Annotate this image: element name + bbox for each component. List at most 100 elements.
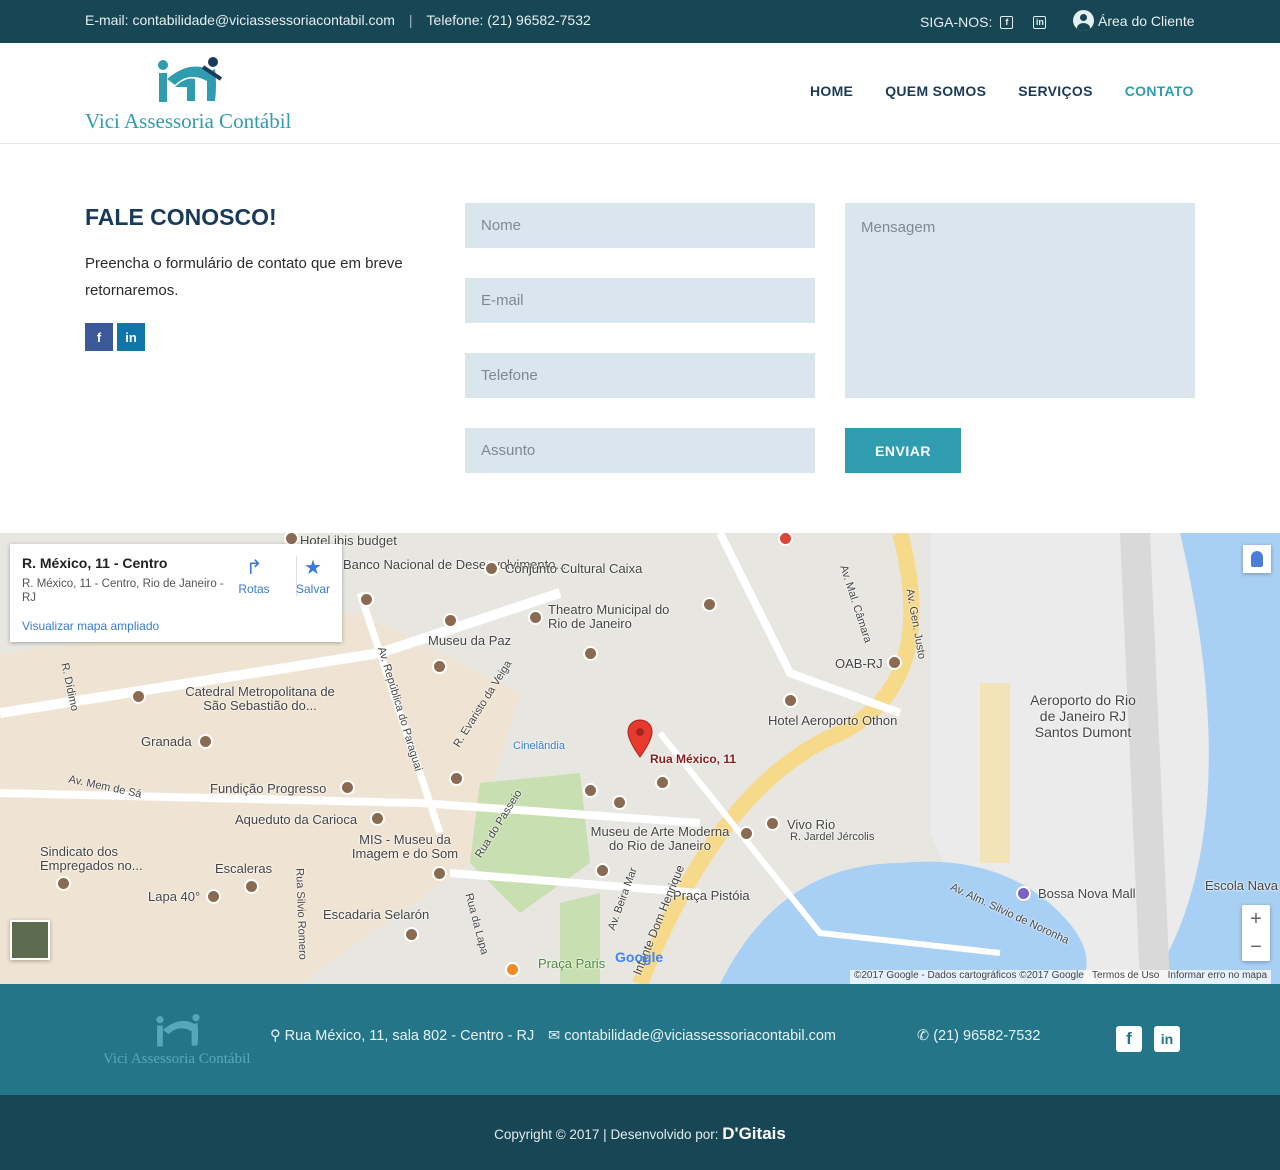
report-link[interactable]: Informar erro no mapa: [1168, 970, 1268, 981]
message-input[interactable]: [845, 203, 1195, 398]
envelope-icon: ✉: [548, 1028, 561, 1044]
client-area-link[interactable]: Área do Cliente: [1073, 10, 1195, 31]
footer-phone-text: (21) 96582-7532: [933, 1028, 1041, 1044]
map-marker-icon: ⚲: [270, 1028, 281, 1044]
map-label: Escaleras: [215, 861, 273, 876]
site-logo[interactable]: Vici Assessoria Contábil: [85, 57, 295, 133]
facebook-icon[interactable]: f: [1000, 15, 1014, 29]
save-label: Salvar: [295, 582, 330, 596]
map-poi-icon[interactable]: [244, 879, 259, 894]
map-label: Vivo Rio: [787, 817, 836, 832]
send-button[interactable]: ENVIAR: [845, 428, 961, 473]
linkedin-button[interactable]: in: [117, 323, 145, 351]
name-input[interactable]: [465, 203, 815, 248]
map-poi-icon[interactable]: [404, 927, 419, 942]
map-poi-icon[interactable]: [340, 780, 355, 795]
map-poi-icon[interactable]: [783, 693, 798, 708]
embedded-map[interactable]: Hotel ibis budget Banco Nacional de Dese…: [0, 533, 1280, 984]
linkedin-icon: in: [125, 329, 137, 345]
logo-mark-icon: [158, 57, 223, 102]
map-label: MIS - Museu da Imagem e do Som: [351, 832, 459, 861]
facebook-button[interactable]: f: [85, 323, 113, 351]
map-label: Escola Nava: [1205, 878, 1278, 893]
footer-brand-name: Vici Assessoria Contábil: [103, 1051, 251, 1067]
map-label: Bossa Nova Mall: [1038, 886, 1136, 901]
social-buttons: f in: [85, 323, 145, 351]
map-poi-icon[interactable]: [739, 826, 754, 841]
top-separator: |: [408, 12, 413, 28]
footer-phone[interactable]: ✆ (21) 96582-7532: [917, 1028, 1040, 1044]
facebook-icon[interactable]: f: [1116, 1026, 1142, 1052]
directions-button[interactable]: ↱ Rotas: [232, 554, 276, 596]
map-label: Museu da Paz: [428, 633, 512, 648]
nav-servicos[interactable]: SERVIÇOS: [1018, 83, 1093, 99]
map-label: Conjunto Cultural Caixa: [505, 561, 643, 576]
zoom-in-button[interactable]: +: [1242, 905, 1270, 933]
directions-label: Rotas: [238, 582, 270, 596]
map-poi-icon[interactable]: [583, 783, 598, 798]
zoom-out-button[interactable]: −: [1242, 933, 1270, 961]
directions-icon: ↱: [245, 557, 263, 579]
save-button[interactable]: ★ Salvar: [291, 554, 335, 596]
map-label: Hotel Aeroporto Othon: [768, 713, 898, 728]
nav-contato[interactable]: CONTATO: [1125, 83, 1194, 99]
google-logo: Google: [615, 949, 664, 965]
street-view-pegman-icon[interactable]: [1243, 545, 1271, 573]
map-poi-icon[interactable]: [702, 597, 717, 612]
map-poi-icon[interactable]: [56, 876, 71, 891]
linkedin-icon[interactable]: in: [1154, 1026, 1180, 1052]
map-label: Praça Pistóia: [673, 888, 750, 903]
map-poi-icon[interactable]: [370, 811, 385, 826]
nav-home[interactable]: HOME: [810, 83, 853, 99]
map-poi-icon[interactable]: [505, 962, 520, 977]
zoom-controls: + −: [1242, 905, 1270, 961]
map-poi-icon[interactable]: [131, 689, 146, 704]
linkedin-icon[interactable]: in: [1033, 15, 1047, 29]
client-area-label: Área do Cliente: [1098, 12, 1195, 29]
phone-icon: ✆: [917, 1028, 930, 1044]
map-poi-icon[interactable]: [359, 592, 374, 607]
subject-input[interactable]: [465, 428, 815, 473]
map-poi-icon[interactable]: [198, 734, 213, 749]
footer-address-text: Rua México, 11, sala 802 - Centro - RJ: [284, 1028, 535, 1044]
email-input[interactable]: [465, 278, 815, 323]
map-poi-icon[interactable]: [1016, 886, 1031, 901]
footer-email[interactable]: ✉ contabilidade@viciassessoriacontabil.c…: [548, 1028, 836, 1044]
map-poi-icon[interactable]: [655, 775, 670, 790]
map-poi-icon[interactable]: [612, 795, 627, 810]
map-label: Catedral Metropolitana de São Sebastião …: [185, 684, 335, 713]
nav-quem-somos[interactable]: QUEM SOMOS: [885, 83, 986, 99]
map-label: Aqueduto da Carioca: [235, 812, 358, 827]
map-poi-icon[interactable]: [595, 863, 610, 878]
developer-logo[interactable]: D'Gitais: [722, 1124, 786, 1143]
footer-email-text: contabilidade@viciassessoriacontabil.com: [564, 1028, 837, 1044]
map-poi-icon[interactable]: [484, 561, 499, 576]
terms-link[interactable]: Termos de Uso: [1092, 970, 1159, 981]
map-poi-icon[interactable]: [528, 610, 543, 625]
map-credit-text: ©2017 Google - Dados cartográficos ©2017…: [854, 970, 1084, 981]
footer-logo: Vici Assessoria Contábil: [103, 1014, 253, 1070]
map-poi-icon[interactable]: [583, 646, 598, 661]
map-poi-icon[interactable]: [432, 659, 447, 674]
phone-input[interactable]: [465, 353, 815, 398]
top-email[interactable]: E-mail: contabilidade@viciassessoriacont…: [85, 12, 395, 28]
copyright-text: Copyright © 2017 | Desenvolvido por:: [494, 1127, 719, 1142]
map-card-title: R. México, 11 - Centro: [22, 555, 168, 571]
map-poi-icon[interactable]: [432, 866, 447, 881]
site-header: Vici Assessoria Contábil HOME QUEM SOMOS…: [0, 43, 1280, 144]
map-poi-icon[interactable]: [449, 771, 464, 786]
map-poi-icon[interactable]: [206, 889, 221, 904]
enlarge-map-link[interactable]: Visualizar mapa ampliado: [22, 619, 159, 633]
follow-label: SIGA-NOS:: [920, 14, 993, 30]
intro-text: Preencha o formulário de contato que em …: [85, 255, 403, 299]
top-contact-info: E-mail: contabilidade@viciassessoriacont…: [85, 12, 591, 28]
top-phone[interactable]: Telefone: (21) 96582-7532: [427, 12, 591, 28]
map-label: Escadaria Selarón: [323, 907, 430, 922]
map-label: OAB-RJ: [835, 656, 883, 671]
satellite-toggle[interactable]: [10, 920, 50, 960]
map-poi-icon[interactable]: [765, 816, 780, 831]
map-label: Aeroporto do Rio de Janeiro RJ Santos Du…: [1030, 692, 1136, 740]
map-poi-icon[interactable]: [443, 613, 458, 628]
logo-mark-icon: [156, 1014, 200, 1047]
map-poi-icon[interactable]: [887, 655, 902, 670]
